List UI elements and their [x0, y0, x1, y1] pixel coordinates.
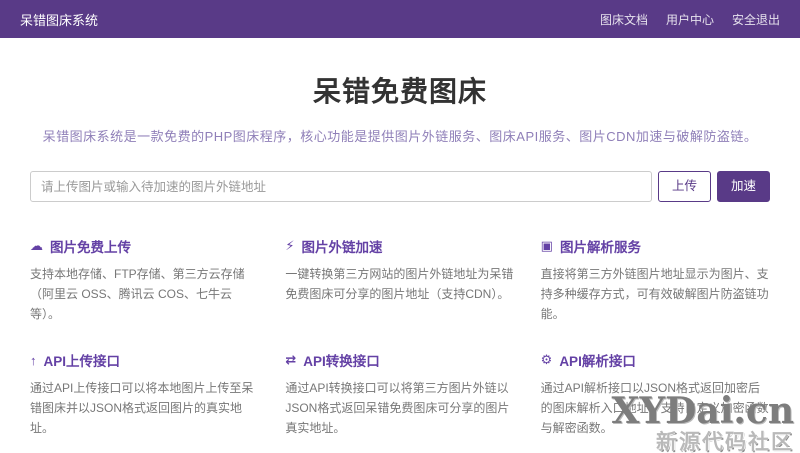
feature-description: 通过API上传接口可以将本地图片上传至呆错图床并以JSON格式返回图片的真实地址… [30, 379, 259, 438]
navbar: 呆错图床系统 图床文档 用户中心 安全退出 [0, 0, 800, 38]
feature-card-link-accelerate: ⚡ 图片外链加速 一键转换第三方网站的图片外链地址为呆错免费图床可分享的图片地址… [285, 236, 514, 324]
accelerate-button[interactable]: 加速 [717, 171, 770, 202]
feature-card-api-upload: ↑ API上传接口 通过API上传接口可以将本地图片上传至呆错图床并以JSON格… [30, 350, 259, 438]
cloud-upload-icon: ☁ [30, 238, 43, 254]
feature-description: 通过API解析接口以JSON格式返回加密后的图床解析入口地址，支持自定义加密函数… [541, 379, 770, 438]
api-upload-icon: ↑ [30, 353, 37, 368]
feature-card-image-upload: ☁ 图片免费上传 支持本地存储、FTP存储、第三方云存储（阿里云 OSS、腾讯云… [30, 236, 259, 324]
feature-title: API转换接口 [303, 350, 380, 370]
search-bar: 上传 加速 [30, 171, 770, 202]
api-convert-icon: ⇄ [285, 352, 296, 368]
image-parse-icon: ▣ [541, 238, 553, 254]
api-parse-icon: ⚙ [541, 352, 553, 368]
features-grid: ☁ 图片免费上传 支持本地存储、FTP存储、第三方云存储（阿里云 OSS、腾讯云… [30, 236, 770, 439]
nav-link-docs[interactable]: 图床文档 [600, 11, 648, 28]
feature-title: 图片解析服务 [560, 236, 641, 256]
brand-title[interactable]: 呆错图床系统 [20, 10, 98, 29]
feature-card-api-parse: ⚙ API解析接口 通过API解析接口以JSON格式返回加密后的图床解析入口地址… [541, 350, 770, 438]
feature-card-image-parse: ▣ 图片解析服务 直接将第三方外链图片地址显示为图片、支持多种缓存方式，可有效破… [541, 236, 770, 324]
page-title: 呆错免费图床 [30, 70, 770, 110]
nav-link-logout[interactable]: 安全退出 [732, 11, 780, 28]
navbar-links: 图床文档 用户中心 安全退出 [600, 11, 780, 28]
feature-description: 通过API转换接口可以将第三方图片外链以JSON格式返回呆错免费图床可分享的图片… [285, 379, 514, 438]
page-subtitle: 呆错图床系统是一款免费的PHP图床程序，核心功能是提供图片外链服务、图床API服… [30, 126, 770, 145]
link-accelerate-icon: ⚡ [285, 238, 294, 254]
feature-description: 支持本地存储、FTP存储、第三方云存储（阿里云 OSS、腾讯云 COS、七牛云等… [30, 265, 259, 324]
image-url-input[interactable] [30, 171, 652, 202]
nav-link-user-center[interactable]: 用户中心 [666, 11, 714, 28]
feature-title: API上传接口 [44, 350, 121, 370]
feature-description: 一键转换第三方网站的图片外链地址为呆错免费图床可分享的图片地址（支持CDN）。 [285, 265, 514, 305]
feature-card-api-convert: ⇄ API转换接口 通过API转换接口可以将第三方图片外链以JSON格式返回呆错… [285, 350, 514, 438]
upload-button[interactable]: 上传 [658, 171, 711, 202]
feature-title: API解析接口 [559, 350, 636, 370]
feature-title: 图片外链加速 [301, 236, 382, 256]
feature-title: 图片免费上传 [50, 236, 131, 256]
feature-description: 直接将第三方外链图片地址显示为图片、支持多种缓存方式，可有效破解图片防盗链功能。 [541, 265, 770, 324]
